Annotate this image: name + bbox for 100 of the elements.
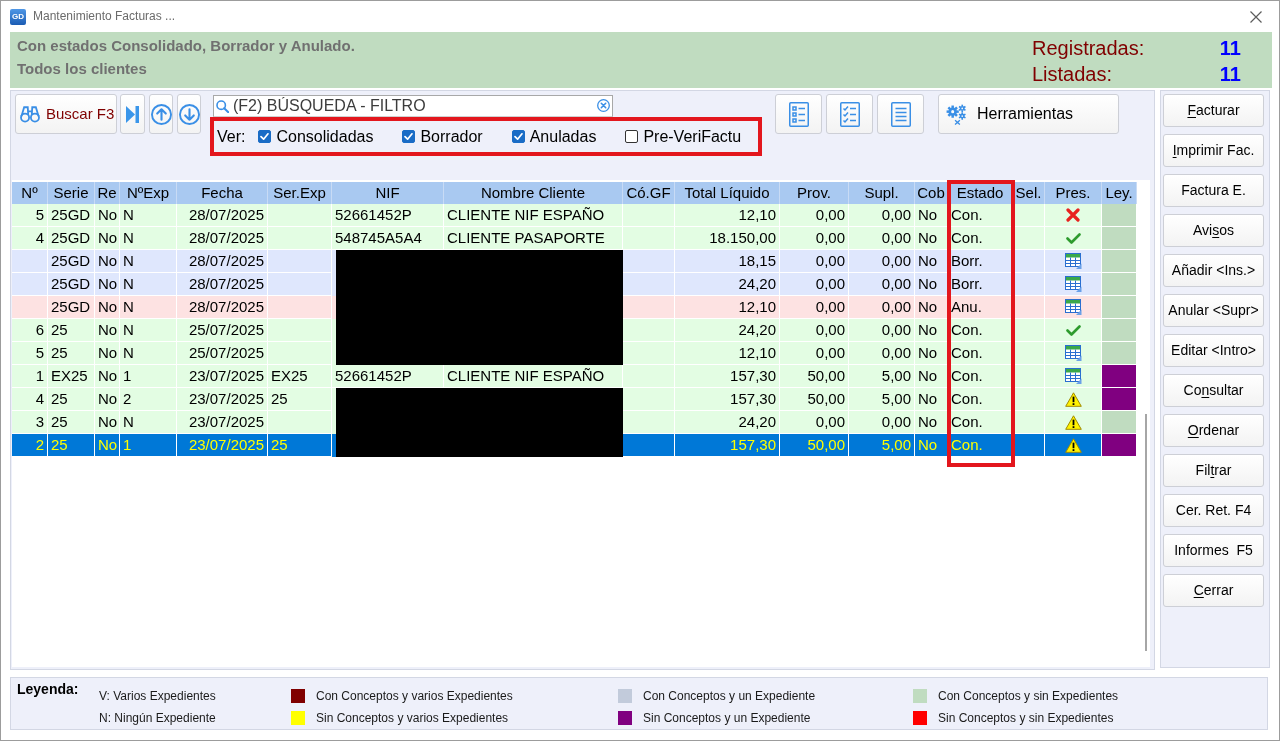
checkbox[interactable] bbox=[511, 130, 525, 143]
list-icon bbox=[788, 101, 809, 127]
check-icon bbox=[404, 132, 414, 141]
legend-text: Con Conceptos y sin Expedientes bbox=[938, 688, 1119, 704]
search-icon bbox=[216, 100, 229, 113]
column-header: Fecha bbox=[177, 182, 268, 204]
table-cell: 25 bbox=[48, 434, 95, 457]
app-logo: GD bbox=[10, 8, 26, 25]
column-header: NIF bbox=[332, 182, 444, 204]
action-button[interactable]: Imprimir Fac. bbox=[1163, 134, 1264, 167]
up-button[interactable] bbox=[149, 94, 173, 134]
table-row[interactable]: 6 25 No N 25/07/2025 24,20 0,00 0,00 No Con. bbox=[12, 319, 1137, 342]
scrollbar-thumb[interactable] bbox=[1145, 414, 1147, 651]
column-header: Serie bbox=[48, 182, 95, 204]
table-cell: No bbox=[95, 434, 120, 457]
checkbox[interactable] bbox=[258, 130, 272, 143]
checklist-icon bbox=[839, 101, 860, 127]
search-field[interactable]: (F2) BÚSQUEDA - FILTRO bbox=[213, 95, 613, 117]
table-cell: 23/07/2025 bbox=[177, 434, 268, 457]
filter-label: Ver: bbox=[217, 126, 246, 147]
table-row[interactable]: 25GD No N 28/07/2025 18,15 0,00 0,00 No Borr. bbox=[12, 250, 1137, 273]
action-button[interactable]: Cer. Ret. F4 bbox=[1163, 494, 1264, 527]
checkbox[interactable] bbox=[625, 130, 639, 143]
counter-label: Listadas: bbox=[1032, 62, 1114, 87]
legend-text: Sin Conceptos y un Expediente bbox=[643, 710, 811, 726]
table-cell: Con. bbox=[948, 434, 1013, 457]
check-icon bbox=[260, 132, 270, 141]
column-header: Supl. bbox=[849, 182, 915, 204]
list-button[interactable] bbox=[775, 94, 822, 134]
legend-text: Con Conceptos y varios Expedientes bbox=[316, 688, 513, 704]
close-icon[interactable] bbox=[1250, 10, 1262, 23]
legend-title: Leyenda: bbox=[17, 681, 80, 699]
counter-value: 11 bbox=[1218, 62, 1241, 87]
counter-label: Registradas: bbox=[1032, 36, 1146, 61]
table-cell: 1 bbox=[120, 434, 177, 457]
action-button[interactable]: Cerrar bbox=[1163, 574, 1264, 607]
column-header: Sel. bbox=[1013, 182, 1045, 204]
table-cell: 5,00 bbox=[849, 434, 915, 457]
checkbox-label[interactable]: Anuladas bbox=[529, 126, 597, 147]
document-button[interactable] bbox=[877, 94, 924, 134]
check-icon bbox=[513, 132, 523, 141]
checkbox-label[interactable]: Pre-VeriFactu bbox=[643, 126, 742, 147]
table-row[interactable]: 1 EX25 No 1 23/07/2025 EX25 52661452P CLIENTE NIF ESPAÑO 157,30 50,00 5,00 No Con. bbox=[12, 365, 1137, 388]
table-row[interactable]: 5 25 No N 25/07/2025 12,10 0,00 0,00 No Con. bbox=[12, 342, 1137, 365]
table-row[interactable]: 4 25 No 2 23/07/2025 25 157,30 50,00 5,00 No Con. bbox=[12, 388, 1137, 411]
action-button[interactable]: Añadir <Ins.> bbox=[1163, 254, 1264, 287]
action-button[interactable]: Anular <Supr> bbox=[1163, 294, 1264, 327]
column-header: Nº bbox=[12, 182, 48, 204]
window-title: Mantenimiento Facturas ... bbox=[33, 9, 176, 24]
legend-text: Sin Conceptos y varios Expedientes bbox=[316, 710, 509, 726]
table-cell: 2 bbox=[12, 434, 48, 457]
clear-icon[interactable] bbox=[597, 99, 610, 112]
tools-button[interactable]: Herramientas bbox=[938, 94, 1119, 134]
column-header: Re bbox=[95, 182, 120, 204]
skip-end-button[interactable] bbox=[120, 94, 145, 134]
binoculars-icon bbox=[20, 105, 40, 123]
table-cell: No bbox=[915, 434, 948, 457]
table-cell: 50,00 bbox=[780, 434, 849, 457]
action-button[interactable]: Facturar bbox=[1163, 94, 1264, 127]
table-row[interactable]: 25GD No N 28/07/2025 12,10 0,00 0,00 No Anu. bbox=[12, 296, 1137, 319]
skip-end-icon bbox=[126, 105, 139, 123]
arrow-down-circle-icon bbox=[178, 103, 200, 125]
table-row[interactable]: 2 25 No 1 23/07/2025 25 157,30 50,00 5,00 No Con. bbox=[12, 434, 1137, 457]
legend-text: N: Ningún Expediente bbox=[99, 710, 216, 726]
table-cell: 25 bbox=[268, 434, 332, 457]
action-button[interactable]: Informes F5 bbox=[1163, 534, 1264, 567]
gears-icon bbox=[946, 103, 967, 125]
summary-text: Con estados Consolidado, Borrador y Anulado. bbox=[17, 36, 355, 56]
action-button[interactable]: Ordenar bbox=[1163, 414, 1264, 447]
summary-text: Todos los clientes bbox=[17, 59, 148, 79]
column-header: Có.GF bbox=[623, 182, 675, 204]
checkbox-label[interactable]: Consolidadas bbox=[276, 126, 374, 147]
column-header: Pres. bbox=[1045, 182, 1102, 204]
column-header: Cob bbox=[915, 182, 948, 204]
table-row[interactable]: 5 25GD No N 28/07/2025 52661452P CLIENTE NIF ESPAÑO 12,10 0,00 0,00 No Con. bbox=[12, 204, 1137, 227]
table-row[interactable]: 4 25GD No N 28/07/2025 548745A5A4 CLIENTE PASAPORTE 18.150,00 0,00 0,00 No Con. bbox=[12, 227, 1137, 250]
action-button[interactable]: Consultar bbox=[1163, 374, 1264, 407]
action-button[interactable]: Editar <Intro> bbox=[1163, 334, 1264, 367]
table-cell: 157,30 bbox=[675, 434, 780, 457]
checklist-button[interactable] bbox=[826, 94, 873, 134]
document-icon bbox=[890, 101, 911, 127]
counter-value: 11 bbox=[1218, 36, 1241, 61]
arrow-up-circle-icon bbox=[150, 103, 172, 125]
action-button[interactable]: Filtrar bbox=[1163, 454, 1264, 487]
legend-text: Con Conceptos y un Expediente bbox=[643, 688, 816, 704]
column-header: Ser.Exp bbox=[268, 182, 332, 204]
checkbox[interactable] bbox=[402, 130, 416, 143]
checkbox-label[interactable]: Borrador bbox=[420, 126, 483, 147]
down-button[interactable] bbox=[177, 94, 201, 134]
action-button[interactable]: Factura E. bbox=[1163, 174, 1264, 207]
column-header: Nombre Cliente bbox=[444, 182, 623, 204]
action-button[interactable]: Avisos bbox=[1163, 214, 1264, 247]
column-header: NºExp bbox=[120, 182, 177, 204]
table-row[interactable]: 25GD No N 28/07/2025 24,20 0,00 0,00 No Borr. bbox=[12, 273, 1137, 296]
column-header: Ley. bbox=[1102, 182, 1137, 204]
table-row[interactable]: 3 25 No N 23/07/2025 24,20 0,00 0,00 No Con. bbox=[12, 411, 1137, 434]
column-header: Prov. bbox=[780, 182, 849, 204]
column-header: Total Líquido bbox=[675, 182, 780, 204]
search-button[interactable]: Buscar F3 bbox=[15, 94, 117, 134]
legend-text: Sin Conceptos y sin Expedientes bbox=[938, 710, 1114, 726]
